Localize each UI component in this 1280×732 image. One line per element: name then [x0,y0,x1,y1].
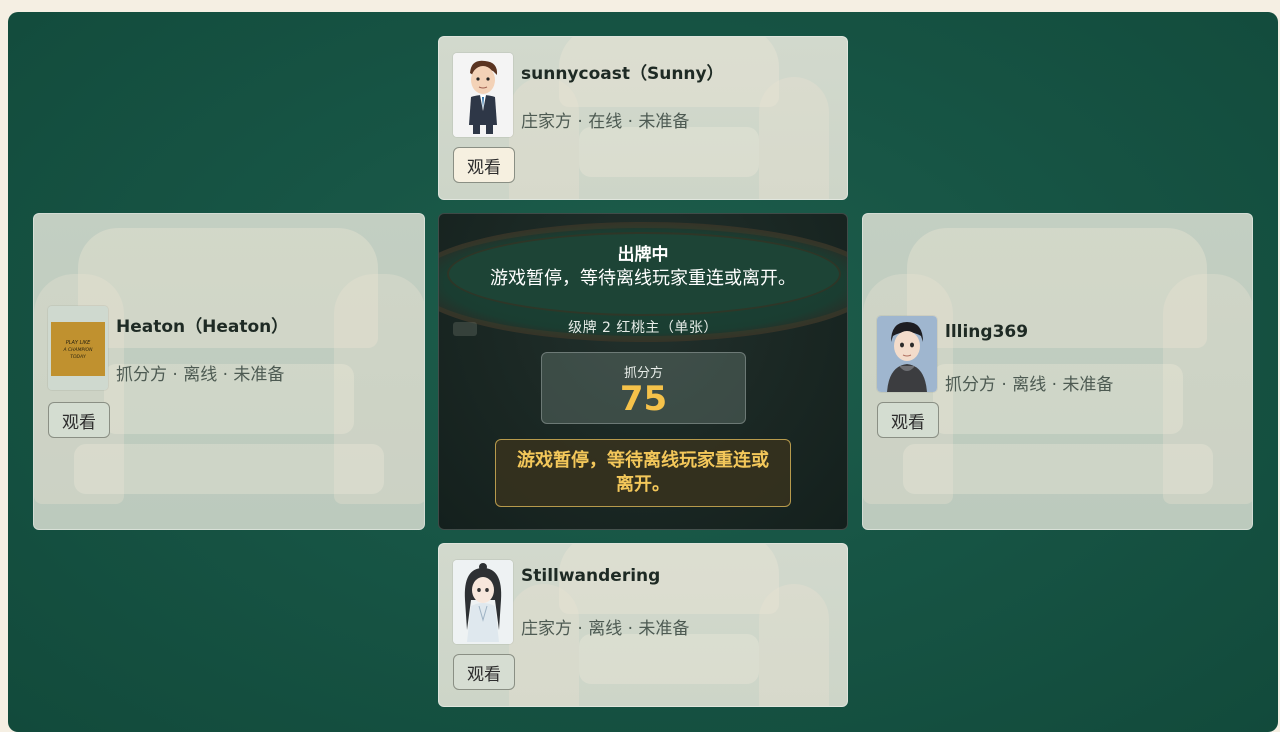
seat-bottom: Stillwandering 庄家方 · 离线 · 未准备 观看 [438,543,848,707]
businessman-avatar-icon [453,53,513,137]
svg-text:TODAY: TODAY [70,354,87,360]
watch-button[interactable]: 观看 [453,147,515,183]
score-value: 75 [619,379,668,419]
svg-text:A CHAMPION: A CHAMPION [63,347,94,353]
level-info: 级牌 2 红桃主（单张） [568,320,718,336]
champion-sign-avatar-icon: PLAY LIKE A CHAMPION TODAY [48,306,108,390]
player-name: sunnycoast（Sunny） [521,64,724,84]
player-name: Stillwandering [521,566,661,586]
boy-avatar-icon [877,316,937,392]
svg-text:PLAY LIKE: PLAY LIKE [66,340,91,346]
player-status: 抓分方 · 离线 · 未准备 [116,365,285,385]
phase-title: 出牌中 [617,245,669,265]
player-status: 庄家方 · 离线 · 未准备 [521,619,690,639]
phase-message: 游戏暂停，等待离线玩家重连或离开。 [490,268,796,289]
player-name: llling369 [945,322,1029,342]
center-table: 出牌中 游戏暂停，等待离线玩家重连或离开。 级牌 2 红桃主（单张） 抓分方 7… [438,213,848,530]
player-name: Heaton（Heaton） [116,317,289,337]
player-status: 抓分方 · 离线 · 未准备 [945,375,1114,395]
watch-button[interactable]: 观看 [877,402,939,438]
seat-left: PLAY LIKE A CHAMPION TODAY Heaton（Heaton… [33,213,425,530]
game-table-felt: sunnycoast（Sunny） 庄家方 · 在线 · 未准备 观看 PLAY… [8,12,1278,732]
seat-right: llling369 抓分方 · 离线 · 未准备 观看 [862,213,1253,530]
score-box: 抓分方 75 [541,352,746,424]
watch-button[interactable]: 观看 [453,654,515,690]
seat-top: sunnycoast（Sunny） 庄家方 · 在线 · 未准备 观看 [438,36,848,200]
anime-character-avatar-icon [453,560,513,644]
watch-button[interactable]: 观看 [48,402,110,438]
pause-banner: 游戏暂停，等待离线玩家重连或离开。 [495,439,791,507]
player-status: 庄家方 · 在线 · 未准备 [521,112,690,132]
